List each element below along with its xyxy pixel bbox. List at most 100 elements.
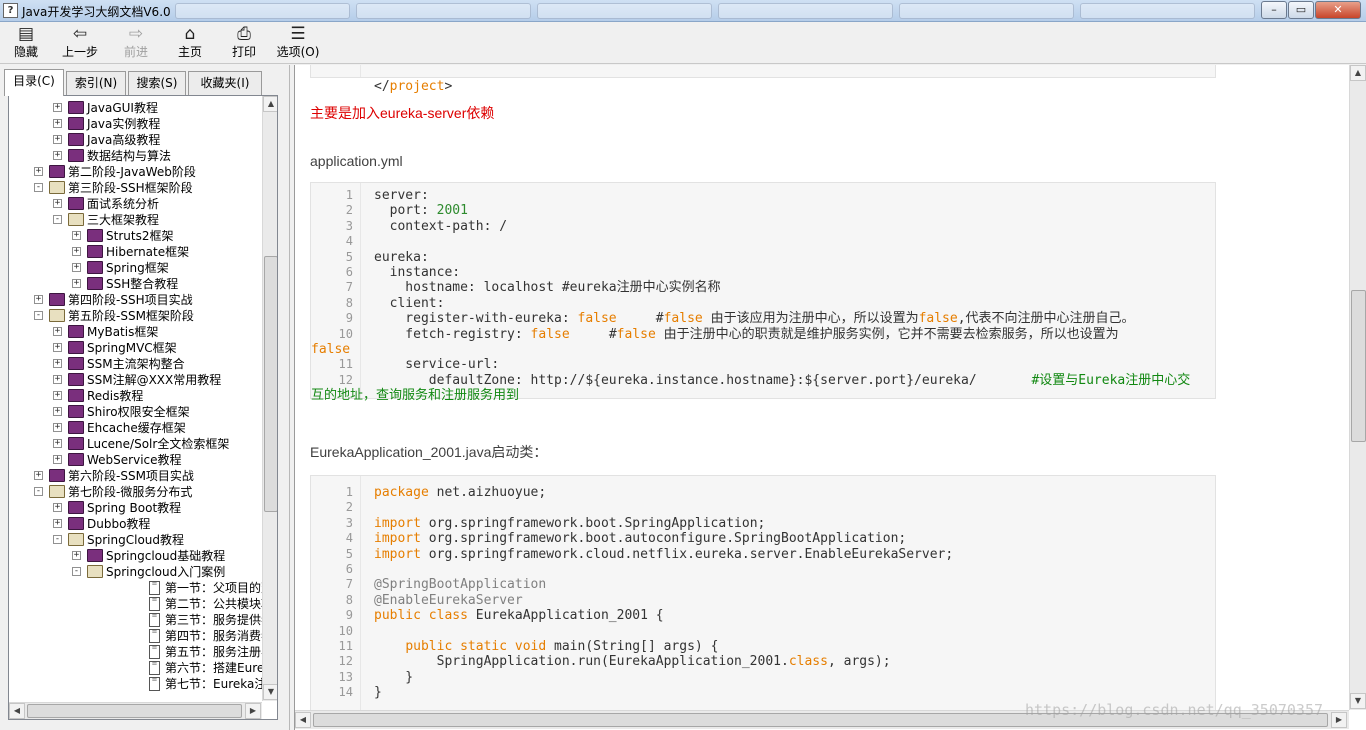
tree-item[interactable]: + 第六阶段-SSM项目实战 xyxy=(9,468,262,484)
expand-icon[interactable]: + xyxy=(53,455,62,464)
tree-item[interactable]: - Springcloud入门案例 xyxy=(9,564,262,580)
scroll-up-icon[interactable]: ▲ xyxy=(1350,65,1366,81)
scroll-right-icon[interactable]: ▶ xyxy=(1331,712,1347,728)
tree-item[interactable]: ≡第三节：服务提供者项目建立 xyxy=(9,612,277,628)
scroll-down-icon[interactable]: ▼ xyxy=(1350,693,1366,709)
minimize-icon[interactable]: – xyxy=(1261,1,1287,19)
tree-item[interactable]: + 第二阶段-JavaWeb阶段 xyxy=(9,164,262,180)
expand-icon[interactable]: + xyxy=(72,247,81,256)
forward-button[interactable]: ⇨ 前进 xyxy=(114,24,158,62)
collapse-icon[interactable]: - xyxy=(72,567,81,576)
collapse-icon[interactable]: - xyxy=(53,535,62,544)
scroll-right-icon[interactable]: ▶ xyxy=(245,703,261,719)
options-button[interactable]: ☰ 选项(O) xyxy=(276,24,320,62)
tree-item[interactable]: + Struts2框架 xyxy=(9,228,262,244)
tree-item[interactable]: + SSM注解@XXX常用教程 xyxy=(9,372,262,388)
expand-icon[interactable]: + xyxy=(53,343,62,352)
tree-item[interactable]: ≡第六节：搭建Eureka服务注册 xyxy=(9,660,277,676)
expand-icon[interactable]: + xyxy=(53,327,62,336)
open-book-icon xyxy=(68,533,84,546)
tree-item[interactable]: + Java高级教程 xyxy=(9,132,262,148)
collapse-icon[interactable]: - xyxy=(34,487,43,496)
tree-item[interactable]: - 三大框架教程 xyxy=(9,212,262,228)
tree-item[interactable]: - SpringCloud教程 xyxy=(9,532,262,548)
tree-hscroll-thumb[interactable] xyxy=(27,704,242,718)
expand-icon[interactable]: + xyxy=(53,407,62,416)
code-text: public class EurekaApplication_2001 { xyxy=(374,608,664,624)
tree-vertical-scrollbar[interactable]: ▲ ▼ xyxy=(262,96,277,701)
tree-item-label: JavaGUI教程 xyxy=(87,101,158,115)
tree-item[interactable]: - 第三阶段-SSH框架阶段 xyxy=(9,180,262,196)
tree-item[interactable]: + Springcloud基础教程 xyxy=(9,548,262,564)
tree-item[interactable]: + MyBatis框架 xyxy=(9,324,262,340)
expand-icon[interactable]: + xyxy=(34,471,43,480)
tree-item[interactable]: ≡第二节：公共模块项目搭建 xyxy=(9,596,277,612)
tree-item[interactable]: + Shiro权限安全框架 xyxy=(9,404,262,420)
scroll-left-icon[interactable]: ◀ xyxy=(295,712,311,728)
tab-0[interactable]: 目录(C) xyxy=(4,69,64,96)
expand-icon[interactable]: + xyxy=(53,199,62,208)
tab-2[interactable]: 搜索(S) xyxy=(128,71,186,95)
expand-icon[interactable]: + xyxy=(53,375,62,384)
expand-icon[interactable]: + xyxy=(72,263,81,272)
tree-item[interactable]: + Spring框架 xyxy=(9,260,262,276)
tree-item[interactable]: + 第四阶段-SSH项目实战 xyxy=(9,292,262,308)
home-button[interactable]: ⌂ 主页 xyxy=(168,24,212,62)
tree-item[interactable]: + JavaGUI教程 xyxy=(9,100,262,116)
scroll-down-icon[interactable]: ▼ xyxy=(263,684,277,700)
print-button[interactable]: ⎙ 打印 xyxy=(222,24,266,62)
expand-icon[interactable]: + xyxy=(53,423,62,432)
expand-icon[interactable]: + xyxy=(53,135,62,144)
tree-item[interactable]: + 数据结构与算法 xyxy=(9,148,262,164)
expand-icon[interactable]: + xyxy=(53,391,62,400)
section-heading-java: EurekaApplication_2001.java启动类： xyxy=(310,444,548,460)
collapse-icon[interactable]: - xyxy=(34,311,43,320)
tree-item[interactable]: - 第五阶段-SSM框架阶段 xyxy=(9,308,262,324)
expand-icon[interactable]: + xyxy=(72,551,81,560)
expand-icon[interactable]: + xyxy=(53,359,62,368)
tree-item[interactable]: + Dubbo教程 xyxy=(9,516,262,532)
tree-item[interactable]: ≡第四节：服务消费者项目建立 xyxy=(9,628,277,644)
tree-item[interactable]: + Spring Boot教程 xyxy=(9,500,262,516)
tree-item[interactable]: + Lucene/Solr全文检索框架 xyxy=(9,436,262,452)
expand-icon[interactable]: + xyxy=(72,231,81,240)
expand-icon[interactable]: + xyxy=(34,295,43,304)
maximize-icon[interactable]: ▭ xyxy=(1288,1,1314,19)
scroll-left-icon[interactable]: ◀ xyxy=(9,703,25,719)
expand-icon[interactable]: + xyxy=(53,119,62,128)
tree-item[interactable]: + SpringMVC框架 xyxy=(9,340,262,356)
expand-icon[interactable]: + xyxy=(53,439,62,448)
tree-scroll-thumb[interactable] xyxy=(264,256,277,512)
expand-icon[interactable]: + xyxy=(53,151,62,160)
tree-item[interactable]: + 面试系统分析 xyxy=(9,196,262,212)
collapse-icon[interactable]: - xyxy=(34,183,43,192)
tree-horizontal-scrollbar[interactable]: ◀ ▶ xyxy=(9,702,262,719)
expand-icon[interactable]: + xyxy=(34,167,43,176)
tree-item[interactable]: + Redis教程 xyxy=(9,388,262,404)
tree-item[interactable]: + Java实例教程 xyxy=(9,116,262,132)
content-vertical-scrollbar[interactable]: ▲ ▼ xyxy=(1349,65,1366,710)
close-icon[interactable]: ✕ xyxy=(1315,1,1361,19)
tab-3[interactable]: 收藏夹(I) xyxy=(188,71,262,95)
tree-item[interactable]: + WebService教程 xyxy=(9,452,262,468)
tree-item[interactable]: ≡ 第一节：父项目的建立 xyxy=(9,580,277,596)
expand-icon[interactable]: + xyxy=(53,103,62,112)
tab-1[interactable]: 索引(N) xyxy=(66,71,126,95)
scroll-up-icon[interactable]: ▲ xyxy=(263,96,277,112)
tree-item[interactable]: + Hibernate框架 xyxy=(9,244,262,260)
content-scroll-thumb[interactable] xyxy=(1351,290,1366,442)
tree-item[interactable]: - 第七阶段-微服务分布式 xyxy=(9,484,262,500)
tree-item[interactable]: ≡第七节：Eureka注册服务提供 xyxy=(9,676,277,692)
tree-item[interactable]: + SSM主流架构整合 xyxy=(9,356,262,372)
back-button[interactable]: ⇦ 上一步 xyxy=(58,24,102,62)
toolbar-label: 上一步 xyxy=(61,45,98,59)
book-icon xyxy=(68,405,84,418)
tree-item[interactable]: + SSH整合教程 xyxy=(9,276,262,292)
expand-icon[interactable]: + xyxy=(53,519,62,528)
collapse-icon[interactable]: - xyxy=(53,215,62,224)
tree-item[interactable]: + Ehcache缓存框架 xyxy=(9,420,262,436)
expand-icon[interactable]: + xyxy=(53,503,62,512)
expand-icon[interactable]: + xyxy=(72,279,81,288)
tree-item[interactable]: ≡第五节：服务注册与发现组件 xyxy=(9,644,277,660)
hide-button[interactable]: ▤ 隐藏 xyxy=(4,24,48,62)
